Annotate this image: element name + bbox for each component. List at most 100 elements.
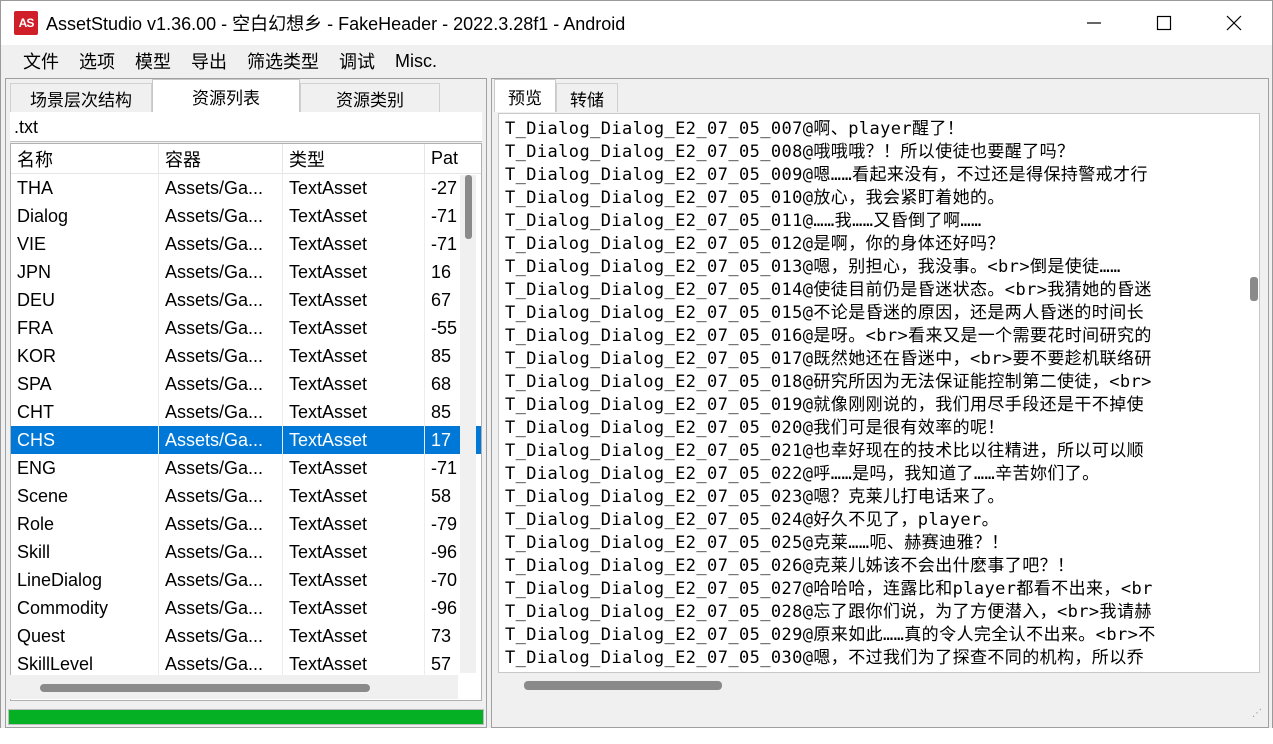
resize-grip-icon[interactable]: ⋰ (1252, 709, 1264, 723)
cell-type: TextAsset (283, 510, 425, 538)
table-row[interactable]: Quest Assets/Ga... TextAsset 73 (11, 622, 481, 650)
table-row[interactable]: CHT Assets/Ga... TextAsset 85 (11, 398, 481, 426)
preview-line: T_Dialog_Dialog_E2_07_05_025@克莱……呃、赫赛迪雅？… (505, 533, 1009, 553)
asset-list[interactable]: 名称 容器 类型 Pat THA Assets/Ga... TextAsset -27… (10, 143, 482, 701)
column-header-path[interactable]: Pat (425, 144, 459, 173)
tab-scene-hierarchy[interactable]: 场景层次结构 (10, 83, 152, 112)
preview-text-area[interactable]: T_Dialog_Dialog_E2_07_05_007@啊、player醒了！… (498, 113, 1260, 673)
cell-path: 16 (431, 261, 452, 282)
maximize-button[interactable] (1129, 1, 1199, 45)
table-row[interactable]: CHS Assets/Ga... TextAsset 17 (11, 426, 481, 454)
table-row[interactable]: ENG Assets/Ga... TextAsset -71 (11, 454, 481, 482)
preview-line: T_Dialog_Dialog_E2_07_05_022@呼……是吗，我知道了…… (505, 464, 1100, 484)
table-row[interactable]: Skill Assets/Ga... TextAsset -96 (11, 538, 481, 566)
cell-container: Assets/Ga... (159, 314, 283, 342)
cell-name: Quest (11, 622, 159, 650)
preview-lines: T_Dialog_Dialog_E2_07_05_007@啊、player醒了！… (505, 118, 1245, 670)
cell-path: 73 (431, 625, 452, 646)
table-row[interactable]: JPN Assets/Ga... TextAsset 16 (11, 258, 481, 286)
menu-options[interactable]: 选项 (69, 48, 125, 74)
table-row[interactable]: LineDialog Assets/Ga... TextAsset -70 (11, 566, 481, 594)
cell-type: TextAsset (283, 594, 425, 622)
cell-container: Assets/Ga... (159, 454, 283, 482)
cell-container: Assets/Ga... (159, 594, 283, 622)
table-row[interactable]: KOR Assets/Ga... TextAsset 85 (11, 342, 481, 370)
table-row[interactable]: Dialog Assets/Ga... TextAsset -71 (11, 202, 481, 230)
cell-container: Assets/Ga... (159, 370, 283, 398)
list-vertical-scrollbar[interactable] (460, 175, 476, 673)
cell-name: CHS (11, 426, 159, 454)
column-header-name[interactable]: 名称 (11, 144, 159, 173)
window-title: AssetStudio v1.36.00 - 空白幻想乡 - FakeHeade… (46, 14, 626, 34)
table-row[interactable]: THA Assets/Ga... TextAsset -27 (11, 174, 481, 202)
close-button[interactable] (1199, 1, 1269, 45)
cell-name: Scene (11, 482, 159, 510)
preview-line: T_Dialog_Dialog_E2_07_05_018@研究所因为无法保证能控… (505, 372, 1152, 392)
tab-asset-list[interactable]: 资源列表 (152, 79, 300, 112)
filter-input[interactable]: .txt (10, 112, 482, 142)
table-row[interactable]: Scene Assets/Ga... TextAsset 58 (11, 482, 481, 510)
menu-misc[interactable]: Misc. (385, 51, 447, 72)
table-row[interactable]: DEU Assets/Ga... TextAsset 67 (11, 286, 481, 314)
list-horizontal-scrollbar[interactable] (10, 675, 458, 699)
cell-type: TextAsset (283, 314, 425, 342)
cell-type: TextAsset (283, 202, 425, 230)
cell-path: 57 (431, 653, 452, 674)
cell-path: -96 (431, 597, 458, 618)
table-row[interactable]: Commodity Assets/Ga... TextAsset -96 (11, 594, 481, 622)
cell-path: -71 (431, 205, 458, 226)
cell-path: 68 (431, 373, 452, 394)
cell-path: -71 (431, 233, 458, 254)
list-header: 名称 容器 类型 Pat (11, 144, 481, 174)
cell-container: Assets/Ga... (159, 342, 283, 370)
preview-line: T_Dialog_Dialog_E2_07_05_029@原来如此……真的令人完… (505, 625, 1156, 645)
scrollbar-thumb[interactable] (524, 681, 722, 690)
tab-asset-classes[interactable]: 资源类别 (300, 83, 440, 112)
menu-file[interactable]: 文件 (13, 48, 69, 74)
table-row[interactable]: VIE Assets/Ga... TextAsset -71 (11, 230, 481, 258)
menu-export[interactable]: 导出 (181, 48, 237, 74)
cell-type: TextAsset (283, 622, 425, 650)
scrollbar-thumb[interactable] (40, 684, 370, 692)
table-row[interactable]: Role Assets/Ga... TextAsset -79 (11, 510, 481, 538)
tab-preview[interactable]: 预览 (494, 79, 556, 112)
cell-name: FRA (11, 314, 159, 342)
cell-type: TextAsset (283, 454, 425, 482)
menu-model[interactable]: 模型 (125, 48, 181, 74)
menu-debug[interactable]: 调试 (329, 48, 385, 74)
table-row[interactable]: SPA Assets/Ga... TextAsset 68 (11, 370, 481, 398)
minimize-button[interactable] (1059, 1, 1129, 45)
maximize-icon (1156, 15, 1172, 31)
title-bar[interactable]: AS AssetStudio v1.36.00 - 空白幻想乡 - FakeHe… (1, 1, 1272, 45)
preview-line: T_Dialog_Dialog_E2_07_05_015@不论是昏迷的原因，还是… (505, 303, 1145, 323)
cell-path: 85 (431, 401, 452, 422)
cell-type: TextAsset (283, 258, 425, 286)
column-header-type[interactable]: 类型 (283, 144, 425, 173)
cell-container: Assets/Ga... (159, 482, 283, 510)
cell-path: -55 (431, 317, 458, 338)
scrollbar-thumb[interactable] (465, 175, 472, 239)
scrollbar-thumb[interactable] (1250, 277, 1258, 301)
tab-dump[interactable]: 转储 (556, 83, 618, 112)
preview-line: T_Dialog_Dialog_E2_07_05_016@是呀。<br>看来又是… (505, 326, 1152, 346)
preview-line: T_Dialog_Dialog_E2_07_05_027@哈哈哈，连露比和pla… (505, 579, 1153, 599)
cell-name: JPN (11, 258, 159, 286)
preview-line: T_Dialog_Dialog_E2_07_05_014@使徒目前仍是昏迷状态。… (505, 280, 1152, 300)
cell-path: 67 (431, 289, 452, 310)
menu-filter-type[interactable]: 筛选类型 (237, 48, 329, 74)
table-row[interactable]: FRA Assets/Ga... TextAsset -55 (11, 314, 481, 342)
cell-name: CHT (11, 398, 159, 426)
table-row[interactable]: SkillLevel Assets/Ga... TextAsset 57 (11, 650, 481, 678)
cell-container: Assets/Ga... (159, 510, 283, 538)
app-icon: AS (14, 11, 38, 35)
cell-container: Assets/Ga... (159, 650, 283, 678)
column-header-container[interactable]: 容器 (159, 144, 283, 173)
cell-name: Role (11, 510, 159, 538)
preview-line: T_Dialog_Dialog_E2_07_05_028@忘了跟你们说，为了方便… (505, 602, 1152, 622)
cell-name: Dialog (11, 202, 159, 230)
preview-line: T_Dialog_Dialog_E2_07_05_026@克莱儿姊该不会出什麽事… (505, 556, 1075, 576)
preview-line: T_Dialog_Dialog_E2_07_05_017@既然她还在昏迷中，<b… (505, 349, 1152, 369)
preview-horizontal-scrollbar[interactable] (498, 675, 1246, 697)
cell-path: 58 (431, 485, 452, 506)
preview-vertical-scrollbar[interactable] (1247, 115, 1259, 671)
